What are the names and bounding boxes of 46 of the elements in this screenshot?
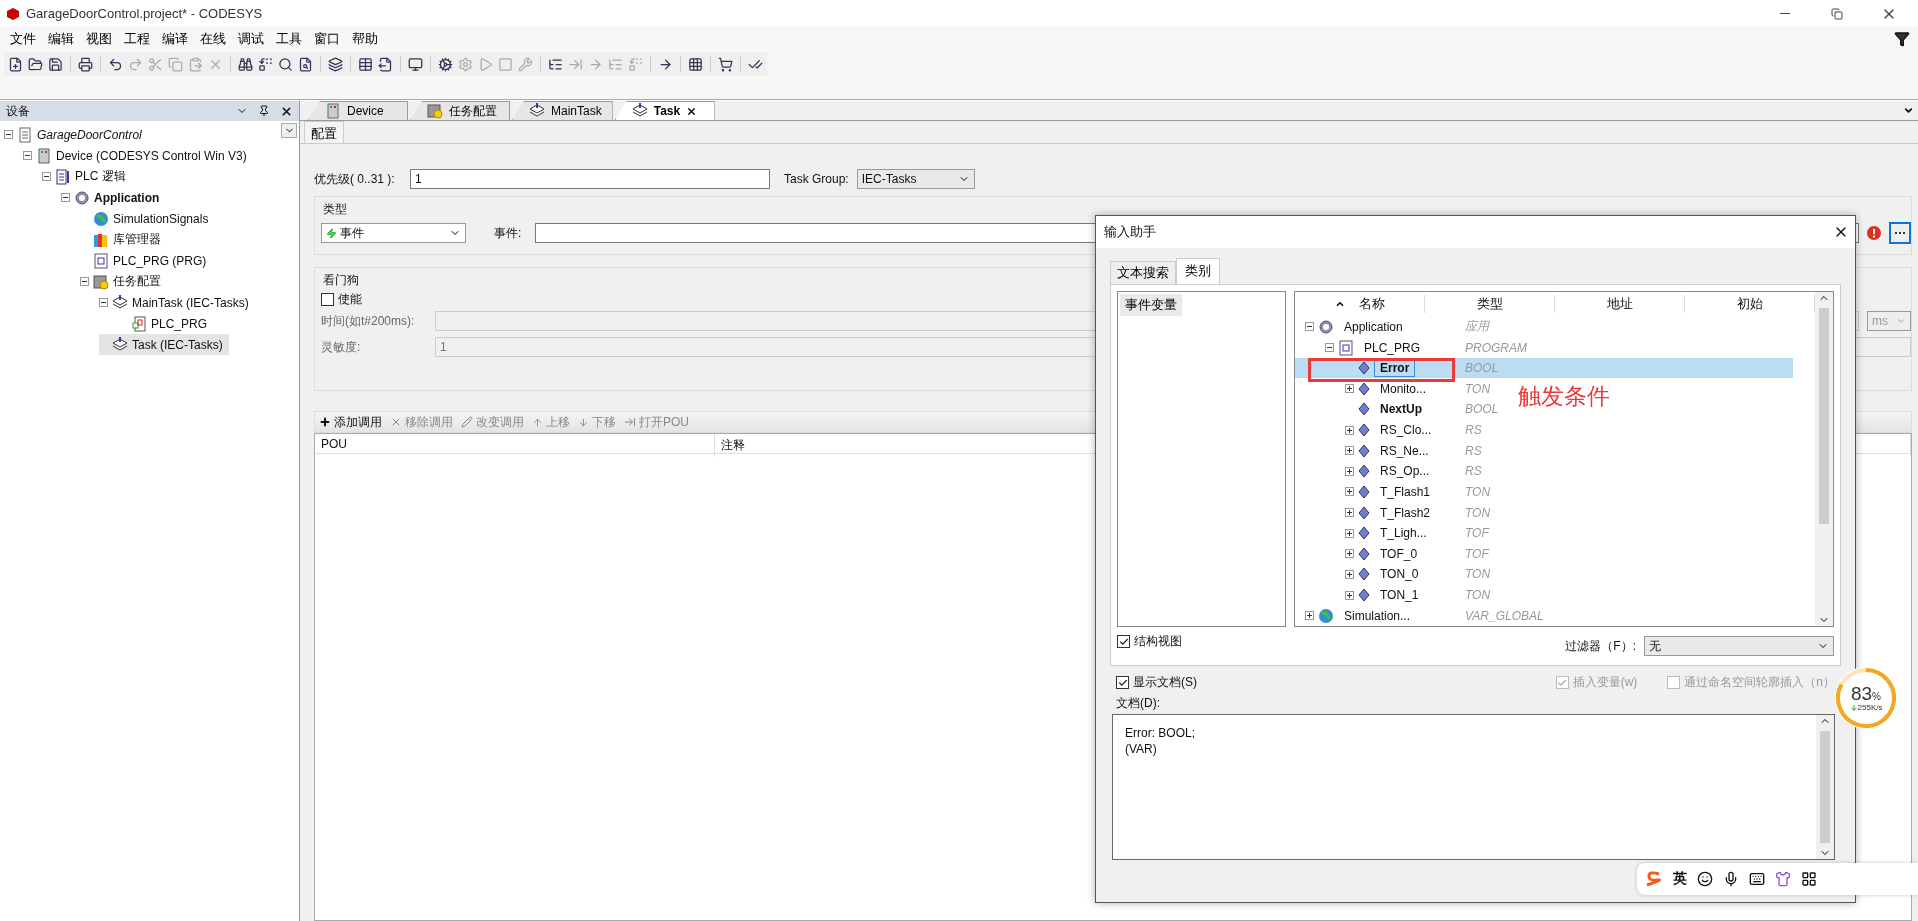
type-text: TON (1465, 484, 1491, 499)
variable-name: RS_Op... (1379, 463, 1431, 481)
panel-title: 设备 (6, 102, 31, 120)
group-title: 类型 (323, 201, 347, 218)
doc-label: 文档(D): (1116, 695, 1160, 712)
variable-name: Monito... (1379, 380, 1428, 398)
event-label: 事件: (494, 224, 522, 242)
type-text: VAR_GLOBAL (1465, 608, 1544, 623)
type-text: BOOL (1465, 402, 1499, 417)
variable-name: TON_0 (1379, 566, 1420, 584)
variable-name: T_Flash1 (1379, 483, 1432, 501)
sensitivity-label: 灵敏度: (321, 338, 362, 356)
column-header: POU (315, 434, 715, 457)
doc-text: Error: BOOL; (VAR) (1124, 725, 1196, 758)
type-text: BOOL (1465, 361, 1499, 376)
variable-name: Application (1343, 318, 1404, 336)
priority-label: 优先级( 0..31 ): (314, 170, 396, 188)
annotation-text: 触发条件 (1518, 382, 1610, 410)
task-group-label: Task Group: (784, 172, 849, 186)
variable-name: NextUp (1379, 401, 1423, 419)
type-text: TON (1465, 567, 1491, 582)
variable-name: Simulation... (1343, 607, 1412, 625)
type-text: RS (1465, 443, 1482, 458)
percent-text: 83% (1850, 684, 1881, 703)
type-text: RS (1465, 423, 1482, 437)
variable-name: T_Ligh... (1379, 525, 1428, 543)
type-text: 应用 (1465, 318, 1489, 336)
type-text: TON (1465, 381, 1491, 396)
time-label: 时间(如t#200ms): (321, 312, 416, 330)
variable-name: TOF_0 (1379, 545, 1419, 563)
variable-name: PLC_PRG (1363, 339, 1422, 357)
rate-text: 255K/s (1849, 703, 1883, 712)
type-text: TOF (1465, 526, 1489, 541)
type-text: TOF (1465, 546, 1489, 561)
variable-name: TON_1 (1379, 587, 1420, 604)
type-text: TON (1465, 505, 1491, 520)
dialog-title: 输入助手 (1104, 223, 1156, 241)
type-text: TON (1465, 588, 1491, 602)
window-title: GarageDoorControl.project* - CODESYS (26, 6, 264, 21)
filter-label: 过滤器（F）: (1565, 637, 1636, 655)
variable-name: RS_Ne... (1379, 442, 1430, 460)
variable-name: Error (1374, 359, 1416, 378)
type-text: PROGRAM (1465, 340, 1527, 355)
group-title: 看门狗 (323, 272, 359, 289)
variable-name: T_Flash2 (1379, 504, 1432, 522)
type-text: RS (1465, 464, 1482, 479)
